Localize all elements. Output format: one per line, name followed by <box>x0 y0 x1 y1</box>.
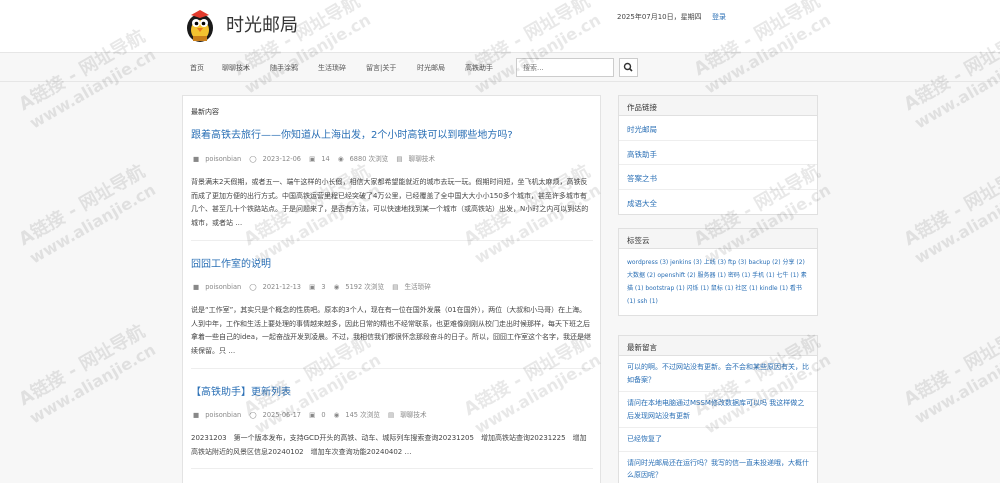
search-icon <box>623 62 633 72</box>
post-views: 145 次浏览 <box>345 411 380 419</box>
eye-icon: ◉ <box>333 283 340 291</box>
comment-link[interactable]: 已经恢复了 <box>619 428 817 452</box>
post-meta: ■ poisonbian ◯ 2023-12-06 ▣ 14 ◉ 6880 次浏览 ▤ 聊… <box>193 153 441 163</box>
watermark: A链接 - 网址导航www.alianjie.cn <box>15 321 159 428</box>
logo-icon[interactable] <box>185 9 215 43</box>
post-author[interactable]: poisonbian <box>205 155 241 163</box>
user-icon: ■ <box>193 283 200 291</box>
post-excerpt: 背景满末2天假期，或者五一、端午这样的小长假，相信大家都希望能就近的城市去玩一玩… <box>191 178 589 227</box>
post-excerpt: 说是“工作室”，其实只是个概念的性质吧。原本的3个人，现在有一位在国外发展（01… <box>191 306 591 355</box>
post-views: 5192 次浏览 <box>345 283 385 291</box>
post-category[interactable]: 聊聊技术 <box>409 155 435 163</box>
folder-icon: ▤ <box>396 155 403 163</box>
user-icon: ■ <box>193 155 200 163</box>
nav-item-home[interactable]: 首页 <box>190 63 204 73</box>
nav-item-life[interactable]: 生活琐碎 <box>318 63 346 73</box>
section-label: 最新内容 <box>191 108 219 116</box>
site-title[interactable]: 时光邮局 <box>226 11 298 37</box>
post-category[interactable]: 聊聊技术 <box>400 411 426 419</box>
post-date: 2023-12-06 <box>262 155 301 163</box>
post-date: 2025-06-17 <box>262 411 301 419</box>
comment-icon: ▣ <box>309 411 316 419</box>
widget-title: 最新留言 <box>619 336 817 356</box>
clock-icon: ◯ <box>249 411 257 419</box>
folder-icon: ▤ <box>388 411 395 419</box>
post-author[interactable]: poisonbian <box>205 283 241 291</box>
current-date: 2025年07月10日，星期四 <box>617 13 702 21</box>
watermark: A链接 - 网址导航www.alianjie.cn <box>15 161 159 268</box>
post-meta: ■ poisonbian ◯ 2021-12-13 ▣ 3 ◉ 5192 次浏览 ▤ 生活… <box>193 281 437 291</box>
search-button[interactable] <box>619 58 638 77</box>
eye-icon: ◉ <box>337 155 344 163</box>
divider <box>191 468 593 469</box>
widget-title: 作品链接 <box>619 96 817 116</box>
comment-link[interactable]: 请问在本地电脑通过MSSM修改数据库可以吗 我这样做之后发现网站没有更新 <box>619 392 817 428</box>
watermark: A链接 - 网址导航www.alianjie.cn <box>900 321 1000 428</box>
search-input[interactable] <box>516 58 614 77</box>
nav-item-timepost[interactable]: 时光邮局 <box>417 63 445 73</box>
comment-icon: ▣ <box>309 155 316 163</box>
tag-cloud-widget: 标签云 wordpress (3) jenkins (3) 上线 (3) ftp… <box>618 228 818 316</box>
post-title[interactable]: 囧囧工作室的说明 <box>191 255 271 270</box>
divider <box>191 368 593 369</box>
site-header: 时光邮局 2025年07月10日，星期四 登录 <box>0 0 1000 52</box>
post-category[interactable]: 生活琐碎 <box>404 283 430 291</box>
post-author[interactable]: poisonbian <box>205 411 241 419</box>
nav-item-doodle[interactable]: 随手涂鸦 <box>270 63 298 73</box>
recent-comments-widget: 最新留言 可以的啊。不过网站没有更新。会不会和某些原因有关，比如备案？ 请问在本… <box>618 335 818 483</box>
work-link[interactable]: 成语大全 <box>619 190 817 215</box>
nav-item-about[interactable]: 留言|关于 <box>366 63 396 73</box>
comment-icon: ▣ <box>309 283 316 291</box>
post-title[interactable]: 跟着高铁去旅行——你知道从上海出发，2个小时高铁可以到哪些地方吗? <box>191 126 513 141</box>
login-link[interactable]: 登录 <box>712 12 726 22</box>
post-date: 2021-12-13 <box>262 283 301 291</box>
work-link[interactable]: 高铁助手 <box>619 141 817 165</box>
divider <box>191 240 593 241</box>
watermark: A链接 - 网址导航www.alianjie.cn <box>900 161 1000 268</box>
post-meta: ■ poisonbian ◯ 2025-06-17 ▣ 0 ◉ 145 次浏览 ▤ 聊聊技… <box>193 409 433 419</box>
comment-link[interactable]: 可以的啊。不过网站没有更新。会不会和某些原因有关，比如备案？ <box>619 356 817 392</box>
nav-item-train-helper[interactable]: 高铁助手 <box>465 63 493 73</box>
post-views: 6880 次浏览 <box>349 155 389 163</box>
nav-item-tech[interactable]: 聊聊技术 <box>222 63 250 73</box>
post-comments[interactable]: 3 <box>321 283 325 291</box>
clock-icon: ◯ <box>249 155 257 163</box>
work-link[interactable]: 答案之书 <box>619 165 817 190</box>
comment-link[interactable]: 请问时光邮局还在运行吗？我写的信一直未投递哦，大概什么原因呢？ <box>619 452 817 483</box>
works-widget: 作品链接 时光邮局 高铁助手 答案之书 成语大全 <box>618 95 818 215</box>
post-list: 最新内容 跟着高铁去旅行——你知道从上海出发，2个小时高铁可以到哪些地方吗? ■… <box>182 95 601 483</box>
post-excerpt: 20231203 第一个版本发布，支持GCD开头的高铁、动车、城际列车搜索查询2… <box>191 434 587 456</box>
post-title[interactable]: 【高铁助手】更新列表 <box>191 383 291 398</box>
folder-icon: ▤ <box>392 283 399 291</box>
user-icon: ■ <box>193 411 200 419</box>
work-link[interactable]: 时光邮局 <box>619 116 817 141</box>
main-navbar: 首页 聊聊技术 随手涂鸦 生活琐碎 留言|关于 时光邮局 高铁助手 <box>0 52 1000 82</box>
clock-icon: ◯ <box>249 283 257 291</box>
post-comments[interactable]: 0 <box>321 411 325 419</box>
post-comments[interactable]: 14 <box>321 155 329 163</box>
eye-icon: ◉ <box>333 411 340 419</box>
tag-cloud[interactable]: wordpress (3) jenkins (3) 上线 (3) ftp (3)… <box>619 249 817 315</box>
widget-title: 标签云 <box>619 229 817 249</box>
